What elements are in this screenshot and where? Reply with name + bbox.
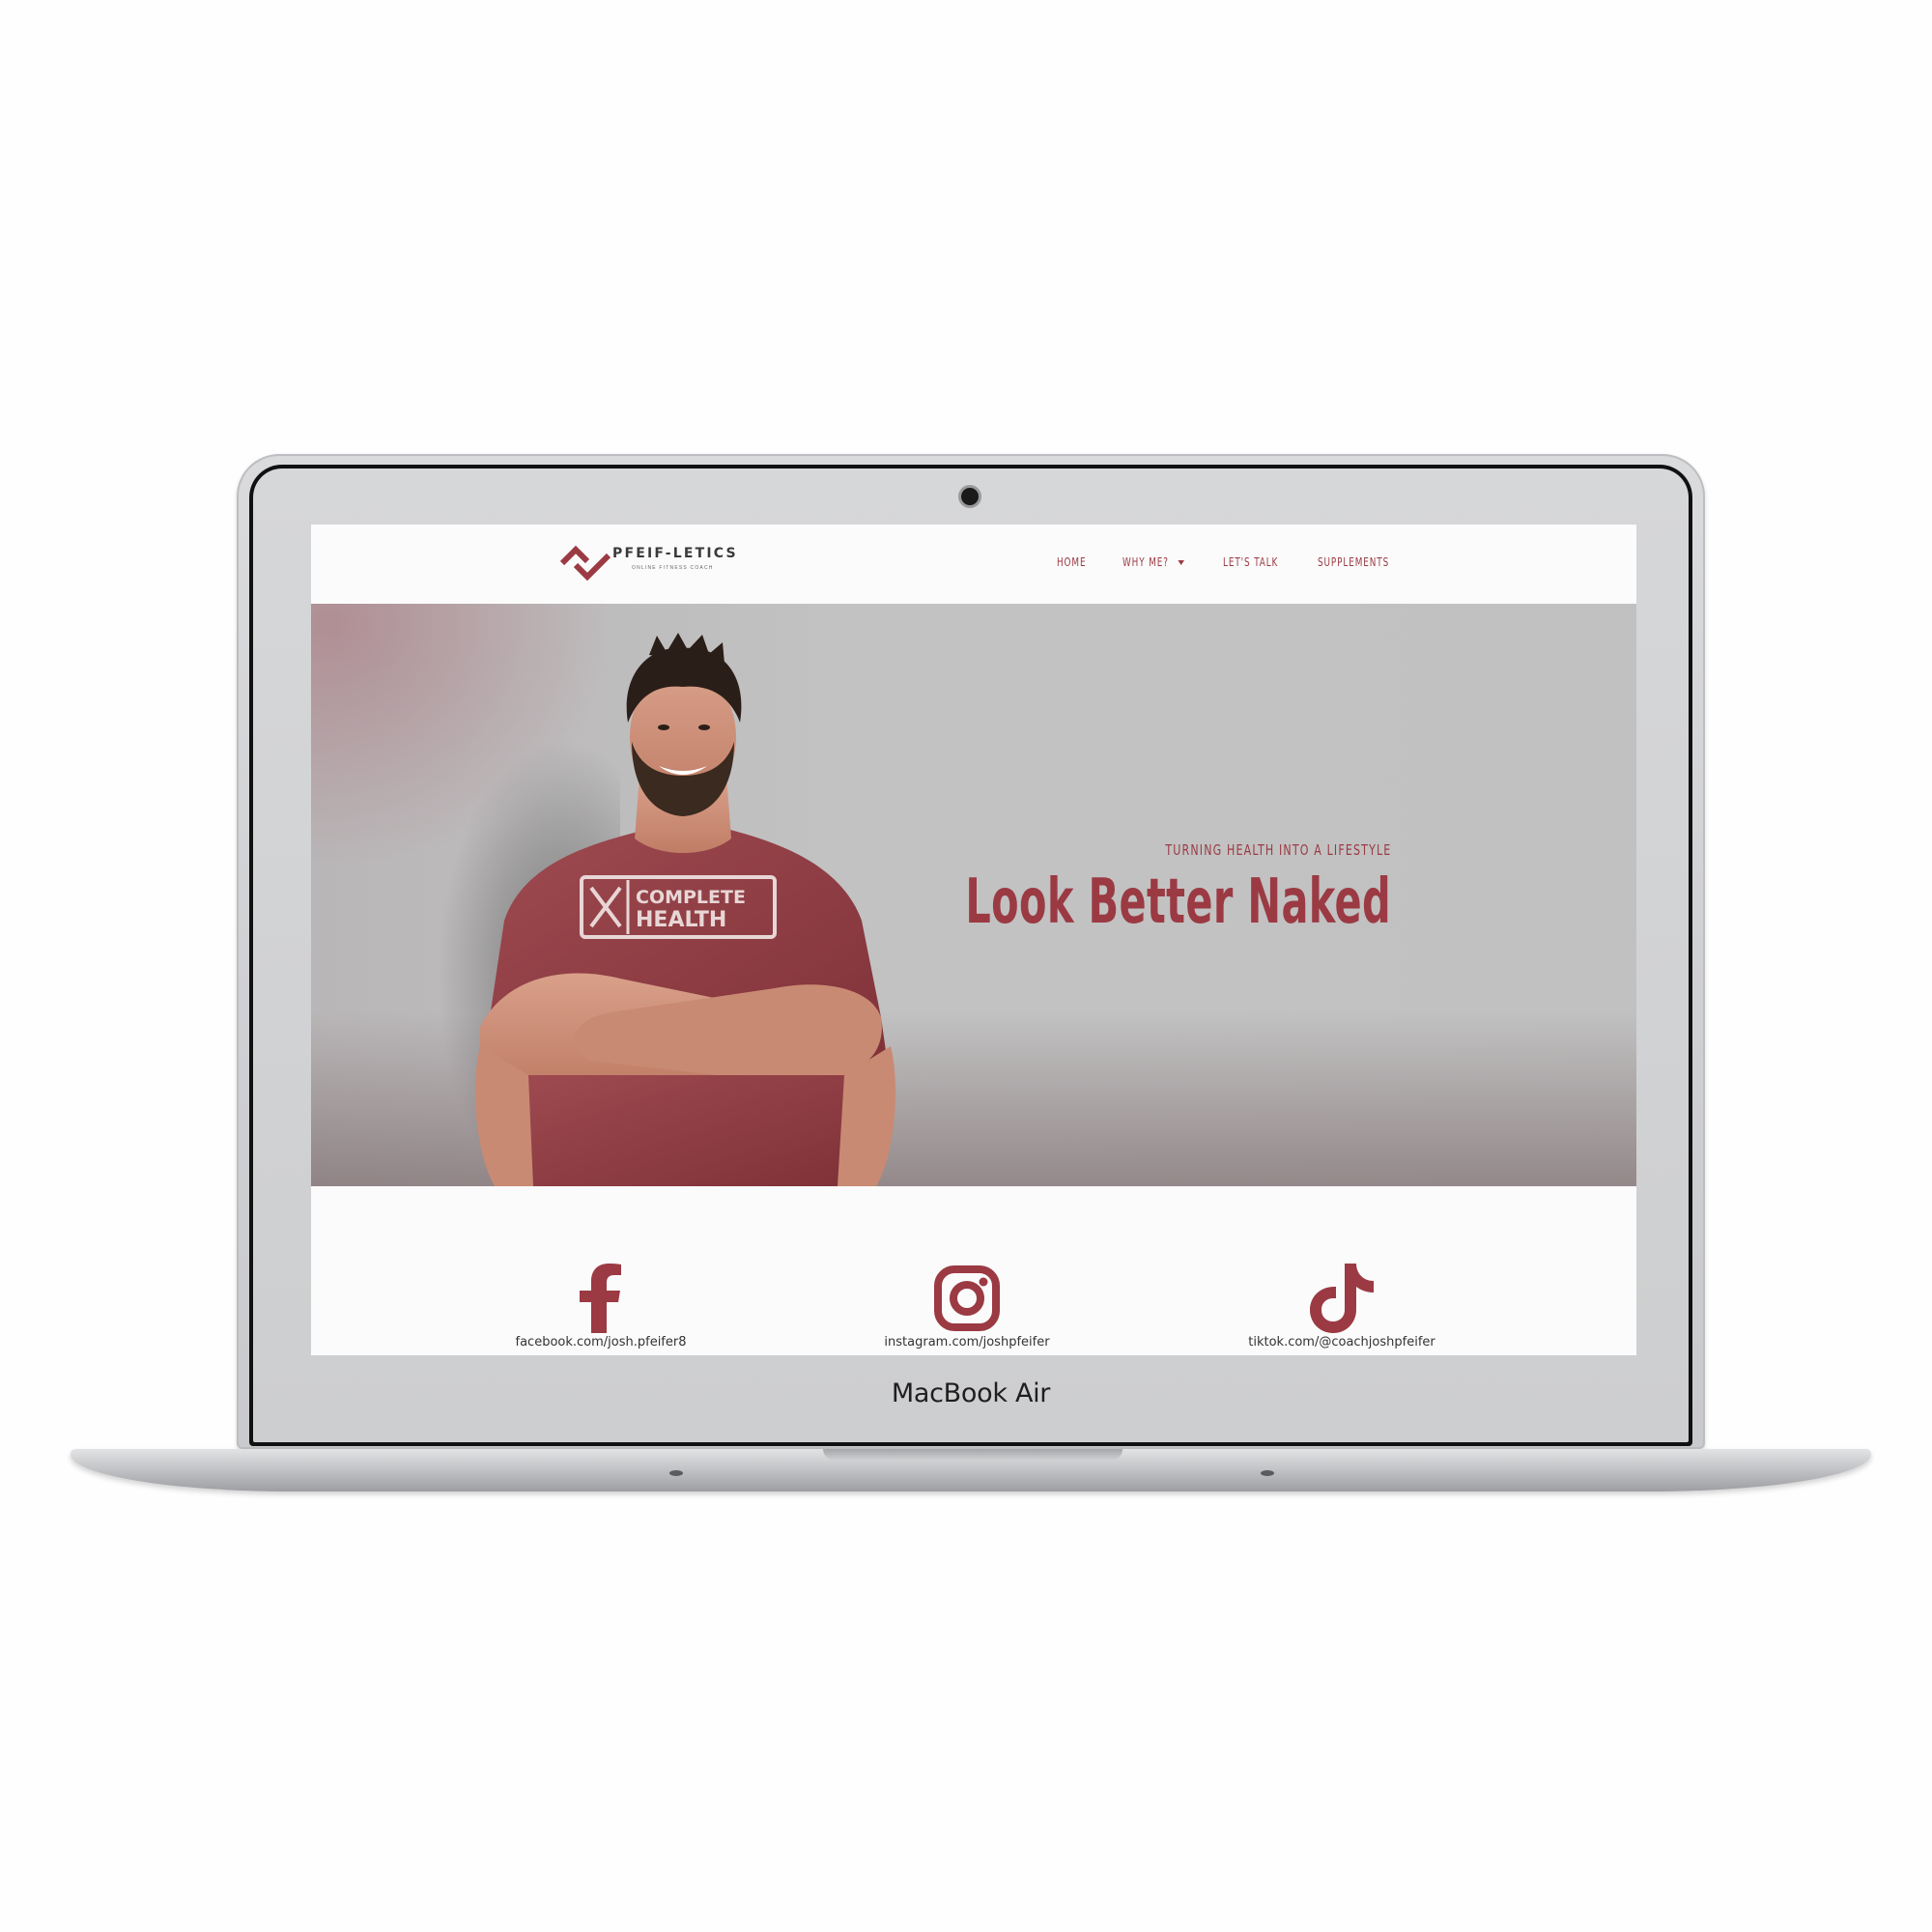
tiktok-link[interactable]: tiktok.com/@coachjoshpfeifer bbox=[1197, 1335, 1487, 1350]
logo-wordmark: PFEIF-LETICS bbox=[612, 546, 738, 561]
hero-banner: COMPLETE HEALTH TURNING HEALTH INTO A LI… bbox=[311, 604, 1636, 1186]
nav-item-why-me[interactable]: WHY ME? bbox=[1122, 555, 1185, 569]
nav-item-home[interactable]: HOME bbox=[1057, 555, 1087, 569]
social-item-instagram: instagram.com/joshpfeifer bbox=[822, 1264, 1112, 1350]
facebook-icon[interactable] bbox=[580, 1264, 622, 1333]
social-item-facebook: facebook.com/josh.pfeifer8 bbox=[456, 1264, 746, 1350]
caret-down-icon bbox=[1178, 559, 1185, 565]
svg-text:HEALTH: HEALTH bbox=[636, 908, 726, 932]
nav-item-label: WHY ME? bbox=[1122, 555, 1169, 569]
facebook-link[interactable]: facebook.com/josh.pfeifer8 bbox=[456, 1335, 746, 1350]
hero-title: Look Better Naked bbox=[965, 867, 1391, 938]
coach-photo: COMPLETE HEALTH bbox=[475, 633, 895, 1186]
instagram-icon[interactable] bbox=[932, 1264, 1002, 1333]
main-nav: HOME WHY ME? LET'S TALK SUPPLEMENTS bbox=[1057, 550, 1434, 575]
tiktok-icon[interactable] bbox=[1310, 1264, 1374, 1333]
nav-item-lets-talk[interactable]: LET'S TALK bbox=[1223, 555, 1277, 569]
laptop-hinge-notch bbox=[823, 1449, 1122, 1461]
nav-item-supplements[interactable]: SUPPLEMENTS bbox=[1318, 555, 1389, 569]
nav-item-label: HOME bbox=[1057, 555, 1087, 569]
nav-item-label: SUPPLEMENTS bbox=[1318, 555, 1390, 569]
device-label: MacBook Air bbox=[891, 1378, 1051, 1408]
logo-tagline: ONLINE FITNESS COACH bbox=[632, 565, 714, 571]
nav-item-label: LET'S TALK bbox=[1223, 555, 1279, 569]
social-links: facebook.com/josh.pfeifer8 instagram.com… bbox=[311, 1186, 1636, 1355]
instagram-link[interactable]: instagram.com/joshpfeifer bbox=[822, 1335, 1112, 1350]
logo-mark-icon bbox=[559, 545, 611, 582]
browser-viewport: PFEIF-LETICS ONLINE FITNESS COACH HOME W… bbox=[311, 525, 1636, 1355]
laptop-foot bbox=[1261, 1470, 1274, 1476]
laptop-foot bbox=[669, 1470, 683, 1476]
site-header: PFEIF-LETICS ONLINE FITNESS COACH HOME W… bbox=[311, 525, 1636, 604]
hero-eyebrow: TURNING HEALTH INTO A LIFESTYLE bbox=[1164, 841, 1391, 859]
social-item-tiktok: tiktok.com/@coachjoshpfeifer bbox=[1197, 1264, 1487, 1350]
svg-text:COMPLETE: COMPLETE bbox=[636, 887, 746, 908]
webcam-icon bbox=[961, 488, 979, 505]
site-logo[interactable]: PFEIF-LETICS ONLINE FITNESS COACH bbox=[558, 538, 742, 586]
